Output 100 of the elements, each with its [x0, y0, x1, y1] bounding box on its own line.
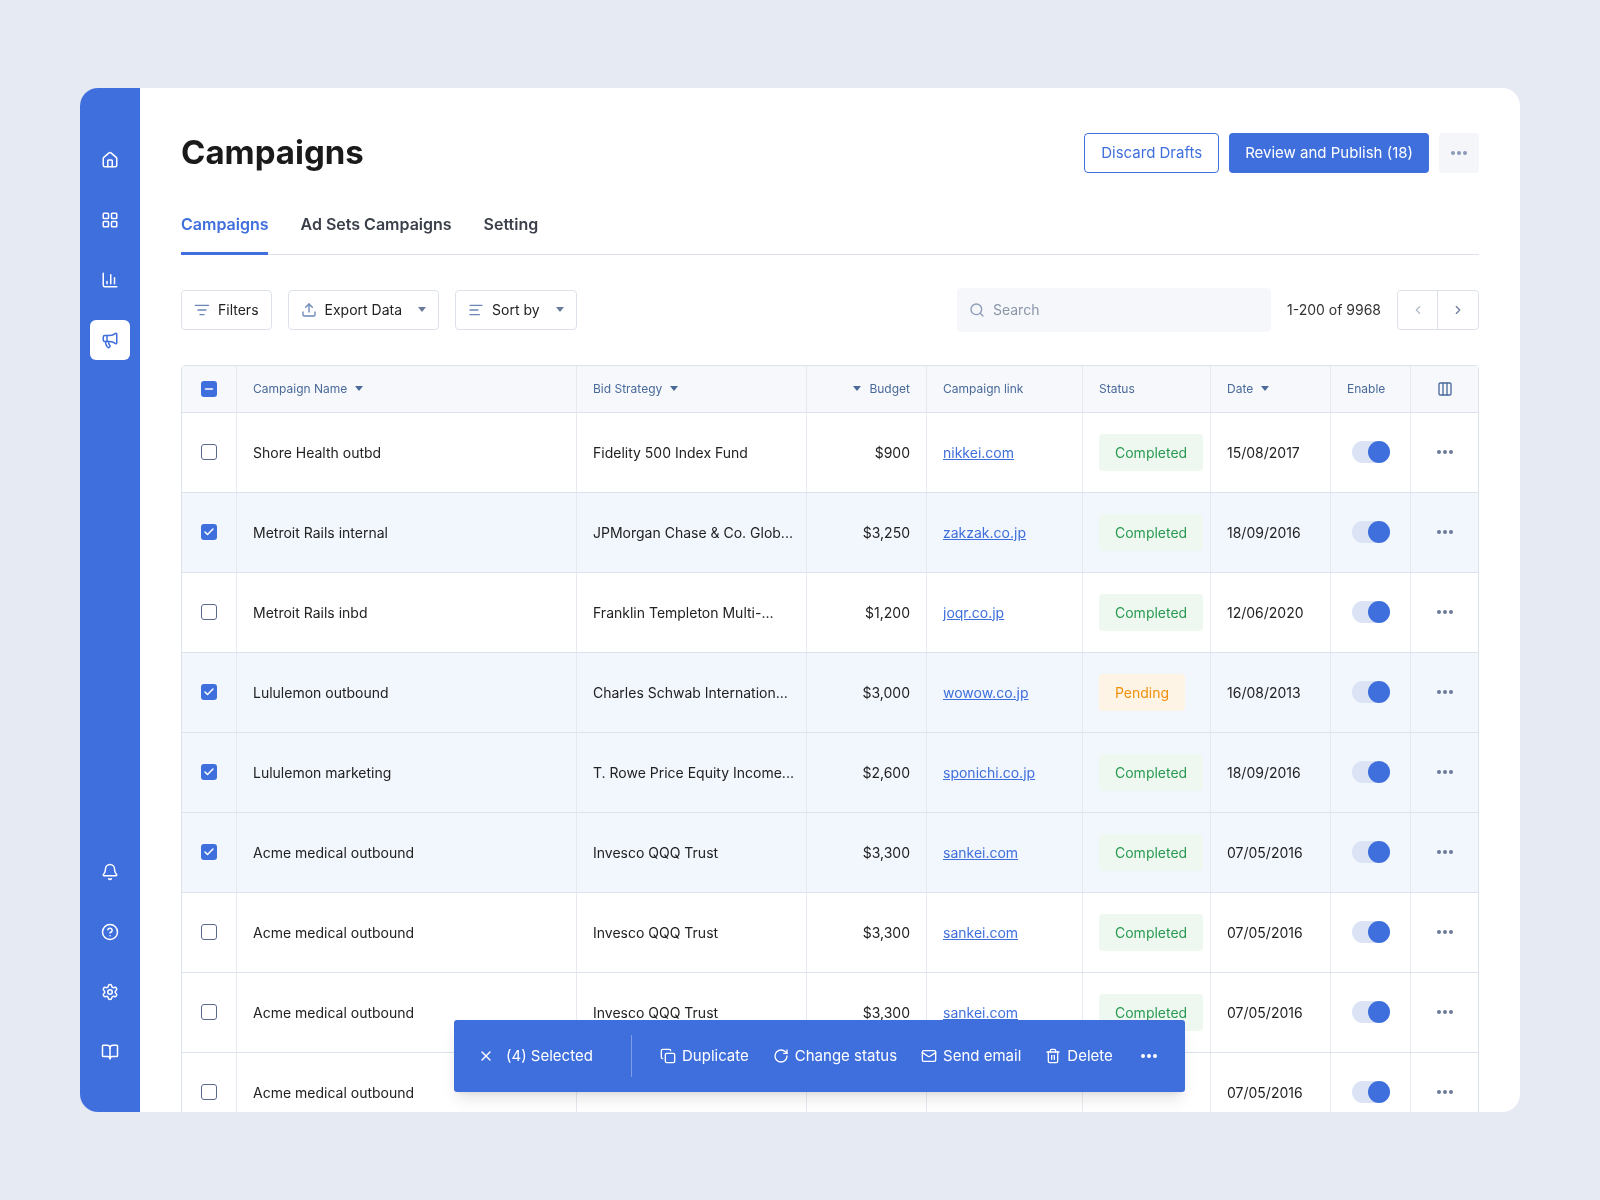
pagination-text: 1-200 of 9968 — [1286, 300, 1381, 320]
publish-button[interactable]: Review and Publish (18) — [1229, 132, 1429, 173]
table-cell-text: Acme medical outbound — [253, 922, 415, 943]
enable-toggle[interactable] — [1351, 841, 1390, 863]
enable-toggle[interactable] — [1351, 1081, 1390, 1103]
table-cell-text: 07/05/2016 — [1227, 1002, 1303, 1023]
table-cell-text: $3,300 — [862, 1002, 910, 1023]
refresh-icon — [772, 1048, 789, 1064]
status-badge: Completed — [1099, 593, 1204, 631]
page-title: Campaigns — [181, 131, 364, 174]
upload-icon — [300, 301, 317, 318]
check-icon — [203, 526, 215, 538]
column-header[interactable]: Campaign Name — [253, 379, 364, 398]
action-button[interactable]: Send email — [921, 1044, 1022, 1068]
action-button[interactable]: Delete — [1045, 1044, 1113, 1068]
caret-icon — [555, 307, 564, 312]
enable-toggle[interactable] — [1351, 441, 1390, 463]
check-icon — [203, 846, 215, 858]
action-button[interactable]: Change status — [772, 1044, 898, 1068]
checkbox[interactable] — [201, 1004, 217, 1020]
bell-icon — [101, 863, 119, 881]
enable-toggle[interactable] — [1351, 521, 1390, 543]
checkbox[interactable] — [201, 684, 217, 700]
checkbox[interactable] — [201, 764, 217, 780]
table-cell-text: Metroit Rails internal — [253, 522, 388, 543]
column-header[interactable]: Status — [1099, 379, 1135, 398]
enable-toggle[interactable] — [1351, 681, 1390, 703]
checkbox[interactable] — [201, 444, 217, 460]
checkbox[interactable] — [201, 604, 217, 620]
checkbox[interactable] — [201, 1084, 217, 1100]
status-badge: Completed — [1099, 753, 1204, 791]
book-icon — [101, 1043, 119, 1061]
campaign-link[interactable]: sankei.com — [943, 921, 1019, 943]
toolbar-button[interactable]: Sort by — [455, 289, 577, 330]
grid-icon — [101, 211, 119, 229]
more-icon — [1451, 150, 1467, 155]
more-button[interactable] — [1439, 132, 1479, 173]
check-icon — [203, 766, 215, 778]
sidebar-item[interactable] — [90, 320, 130, 360]
discard-button[interactable]: Discard Drafts — [1084, 132, 1220, 173]
mail-icon — [921, 1048, 938, 1064]
checkbox[interactable] — [201, 380, 217, 397]
sort-caret-icon — [355, 386, 364, 391]
more-icon — [1436, 930, 1453, 934]
campaign-link[interactable]: sankei.com — [943, 841, 1019, 863]
action-button[interactable]: Duplicate — [660, 1044, 749, 1068]
campaign-link[interactable]: zakzak.co.jp — [943, 521, 1026, 543]
check-icon — [203, 686, 215, 698]
table-cell-text: Metroit Rails inbd — [253, 602, 368, 623]
campaign-link[interactable]: nikkei.com — [943, 441, 1014, 463]
column-header[interactable]: Date — [1227, 379, 1270, 398]
enable-toggle[interactable] — [1351, 921, 1390, 943]
table-cell-text: Lululemon outbound — [253, 682, 389, 703]
enable-toggle[interactable] — [1351, 601, 1390, 623]
status-badge: Completed — [1099, 833, 1204, 871]
chart-icon — [101, 271, 119, 289]
table-cell-text: Lululemon marketing — [253, 762, 392, 783]
tab[interactable]: Setting — [483, 211, 539, 255]
checkbox[interactable] — [201, 924, 217, 940]
campaign-link[interactable]: joqr.co.jp — [943, 601, 1005, 623]
more-icon — [1140, 1054, 1157, 1058]
column-header[interactable]: Bid Strategy — [593, 379, 679, 398]
enable-toggle[interactable] — [1351, 1001, 1390, 1023]
table-cell-text: Acme medical outbound — [253, 1002, 415, 1023]
column-header[interactable]: Campaign link — [943, 379, 1024, 398]
more-icon — [1436, 690, 1453, 694]
enable-toggle[interactable] — [1351, 761, 1390, 783]
column-header[interactable]: Enable — [1347, 379, 1386, 398]
status-badge: Completed — [1099, 913, 1204, 951]
table-cell-text: Invesco QQQ Trust — [593, 922, 719, 943]
table-cell-text: JPMorgan Chase & Co. Glob... — [593, 522, 793, 543]
tab[interactable]: Campaigns — [181, 211, 269, 255]
table-cell-text: 18/09/2016 — [1227, 762, 1301, 783]
more-icon — [1436, 450, 1453, 454]
more-icon — [1436, 850, 1453, 854]
tab[interactable]: Ad Sets Campaigns — [300, 211, 452, 255]
status-badge: Completed — [1099, 513, 1204, 551]
table-cell-text: $3,000 — [862, 682, 910, 703]
table-cell-text: Invesco QQQ Trust — [593, 1002, 719, 1023]
checkbox[interactable] — [201, 524, 217, 540]
status-badge: Completed — [1099, 433, 1204, 471]
column-header[interactable]: Budget — [853, 379, 910, 398]
toolbar-button[interactable]: Export Data — [287, 289, 440, 330]
table-cell-text: $900 — [874, 442, 910, 463]
search-field[interactable]: Search — [956, 287, 1271, 332]
table-cell-text: Franklin Templeton Multi-... — [593, 602, 774, 623]
table-cell-text: Fidelity 500 Index Fund — [593, 442, 748, 463]
toolbar-button[interactable]: Filters — [181, 289, 272, 330]
help-icon — [101, 923, 119, 941]
settings-icon — [101, 983, 119, 1001]
checkbox[interactable] — [201, 844, 217, 860]
campaign-link[interactable]: sankei.com — [943, 1001, 1019, 1023]
trash-icon — [1045, 1048, 1062, 1064]
more-icon — [1436, 610, 1453, 614]
campaign-link[interactable]: wowow.co.jp — [943, 681, 1029, 703]
columns-icon — [1436, 380, 1453, 397]
caret-icon — [418, 307, 427, 312]
campaign-link[interactable]: sponichi.co.jp — [943, 761, 1036, 783]
more-icon — [1436, 770, 1453, 774]
table-cell-text: Charles Schwab Internation... — [593, 682, 788, 703]
